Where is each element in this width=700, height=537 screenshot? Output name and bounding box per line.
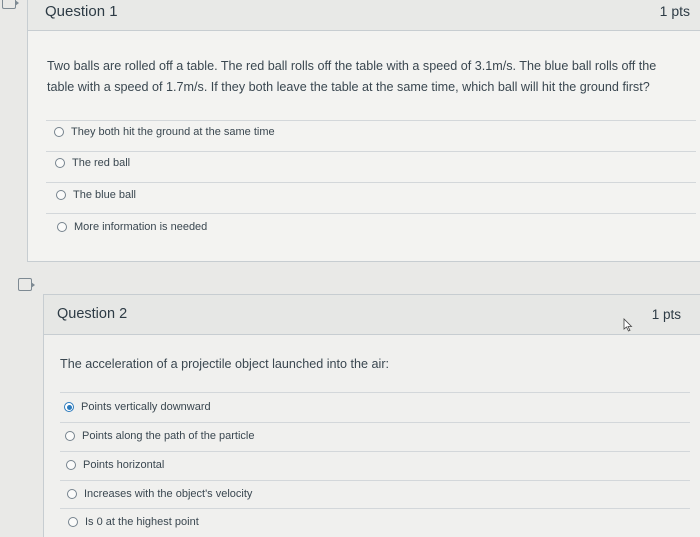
question-1-points: 1 pts <box>659 3 690 19</box>
answer-label: They both hit the ground at the same tim… <box>71 126 275 138</box>
answer-label: The red ball <box>72 157 131 169</box>
radio-button[interactable] <box>66 460 76 470</box>
radio-button[interactable] <box>67 489 77 499</box>
answer-label: Points vertically downward <box>81 401 211 413</box>
question-2-title: Question 2 <box>57 306 128 322</box>
q2-answer-1[interactable]: Points vertically downward <box>64 393 211 421</box>
question-2-points: 1 pts <box>651 307 681 322</box>
radio-button-selected[interactable] <box>64 402 74 412</box>
radio-button[interactable] <box>55 158 65 168</box>
q1-divider <box>46 182 696 183</box>
answer-label: Increases with the object's velocity <box>84 488 253 500</box>
q1-answer-2[interactable]: The red ball <box>55 149 130 177</box>
radio-button[interactable] <box>57 222 67 232</box>
q2-answer-2[interactable]: Points along the path of the particle <box>65 422 254 450</box>
q1-answer-1[interactable]: They both hit the ground at the same tim… <box>54 118 275 146</box>
q2-answer-4[interactable]: Increases with the object's velocity <box>67 480 252 508</box>
question-2-header: Question 2 1 pts <box>44 295 700 335</box>
answer-label: Is 0 at the highest point <box>85 516 199 528</box>
q1-answer-3[interactable]: The blue ball <box>56 181 136 209</box>
q2-answer-5[interactable]: Is 0 at the highest point <box>68 508 199 536</box>
question-1-text: Two balls are rolled off a table. The re… <box>47 59 657 94</box>
q1-divider <box>46 151 696 152</box>
answer-label: Points horizontal <box>83 459 165 471</box>
question-2-text: The acceleration of a projectile object … <box>60 357 390 371</box>
q1-answer-4[interactable]: More information is needed <box>57 213 207 241</box>
mouse-cursor-icon <box>623 318 633 332</box>
answer-label: Points along the path of the particle <box>82 430 255 442</box>
question-2-flag-icon[interactable] <box>18 278 35 291</box>
radio-button[interactable] <box>54 127 64 137</box>
question-1-flag-icon[interactable] <box>2 0 19 9</box>
radio-button[interactable] <box>65 431 75 441</box>
answer-label: The blue ball <box>73 189 136 201</box>
question-1-title: Question 1 <box>45 3 118 20</box>
radio-button[interactable] <box>68 517 78 527</box>
q2-answer-3[interactable]: Points horizontal <box>66 451 164 479</box>
question-1-header: Question 1 1 pts <box>28 0 700 31</box>
radio-button[interactable] <box>56 190 66 200</box>
answer-label: More information is needed <box>74 221 208 233</box>
